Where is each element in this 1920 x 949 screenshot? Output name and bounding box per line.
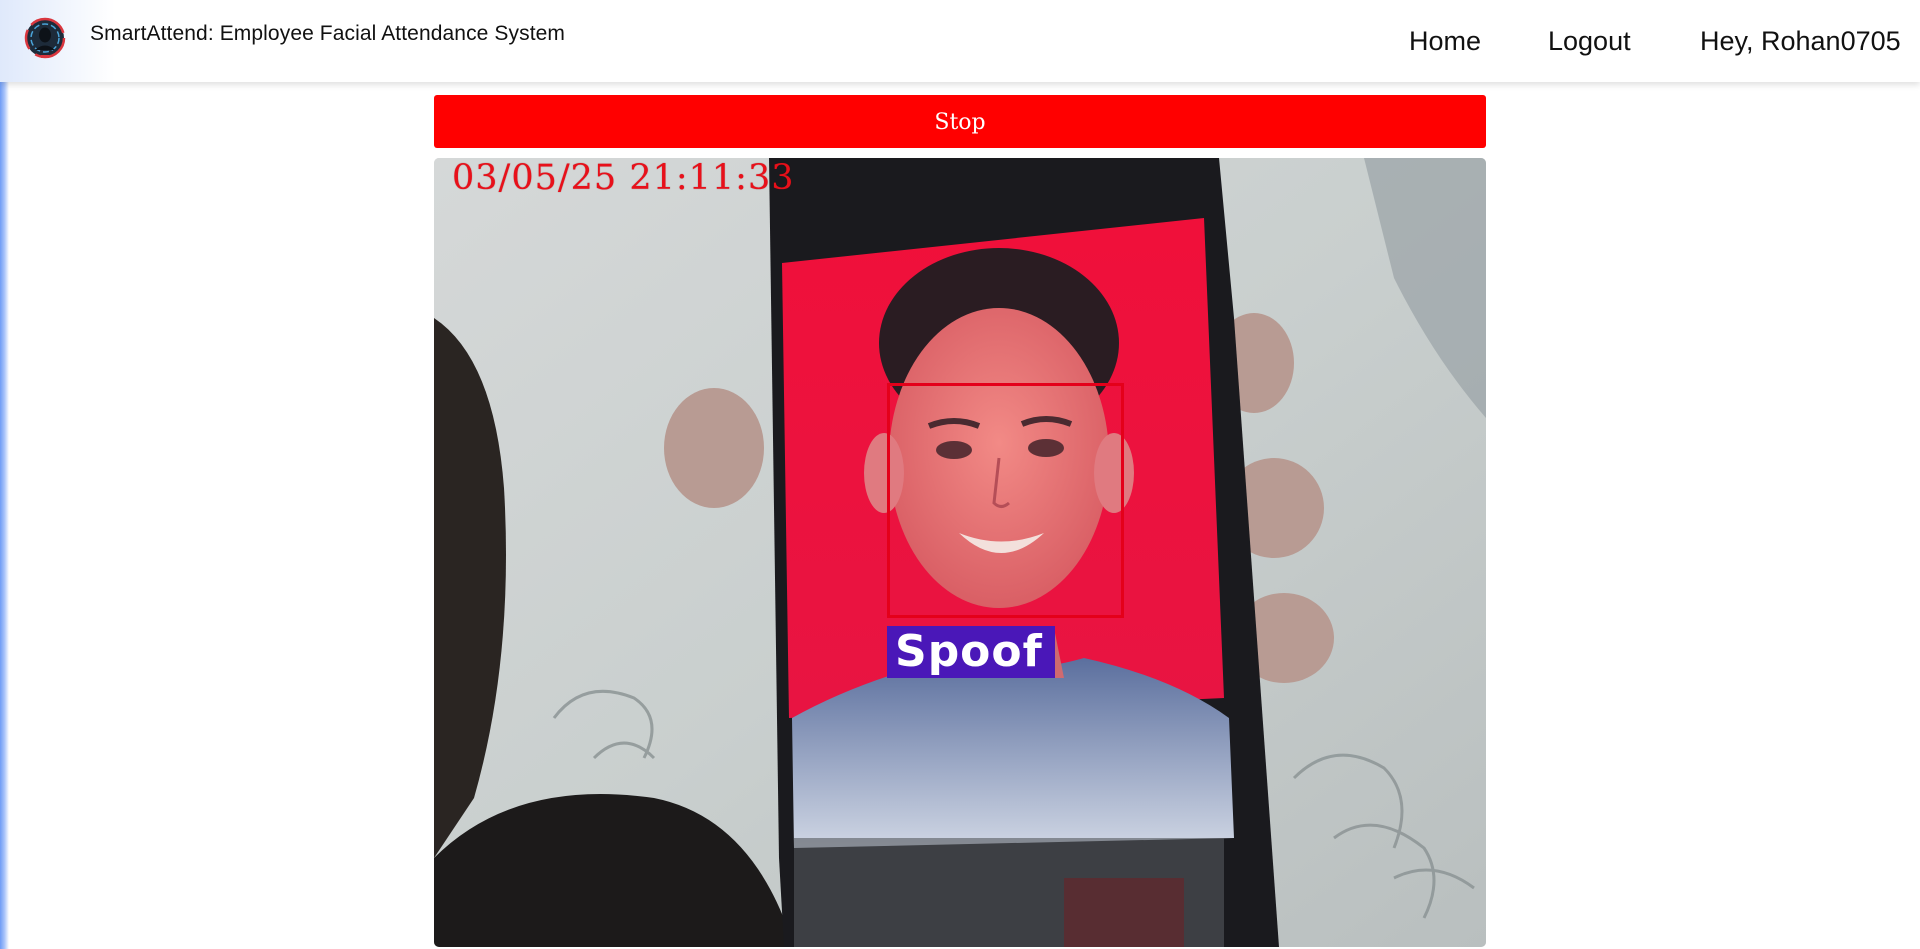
spoof-detection-label: Spoof	[887, 626, 1055, 678]
feed-timestamp: 03/05/25 21:11:33	[452, 158, 795, 198]
nav-home-link[interactable]: Home	[1409, 26, 1481, 57]
user-greeting[interactable]: Hey, Rohan0705	[1700, 26, 1901, 57]
navbar: SmartAttend: Employee Facial Attendance …	[0, 0, 1920, 82]
face-detection-box	[887, 383, 1124, 618]
nav-logout-link[interactable]: Logout	[1548, 26, 1631, 57]
app-title: SmartAttend: Employee Facial Attendance …	[90, 22, 565, 45]
left-accent-bar	[0, 82, 9, 949]
camera-feed: 03/05/25 21:11:33 Spoof	[434, 158, 1486, 947]
face-scan-logo-icon[interactable]	[24, 17, 66, 59]
stop-button[interactable]: Stop	[434, 95, 1486, 148]
